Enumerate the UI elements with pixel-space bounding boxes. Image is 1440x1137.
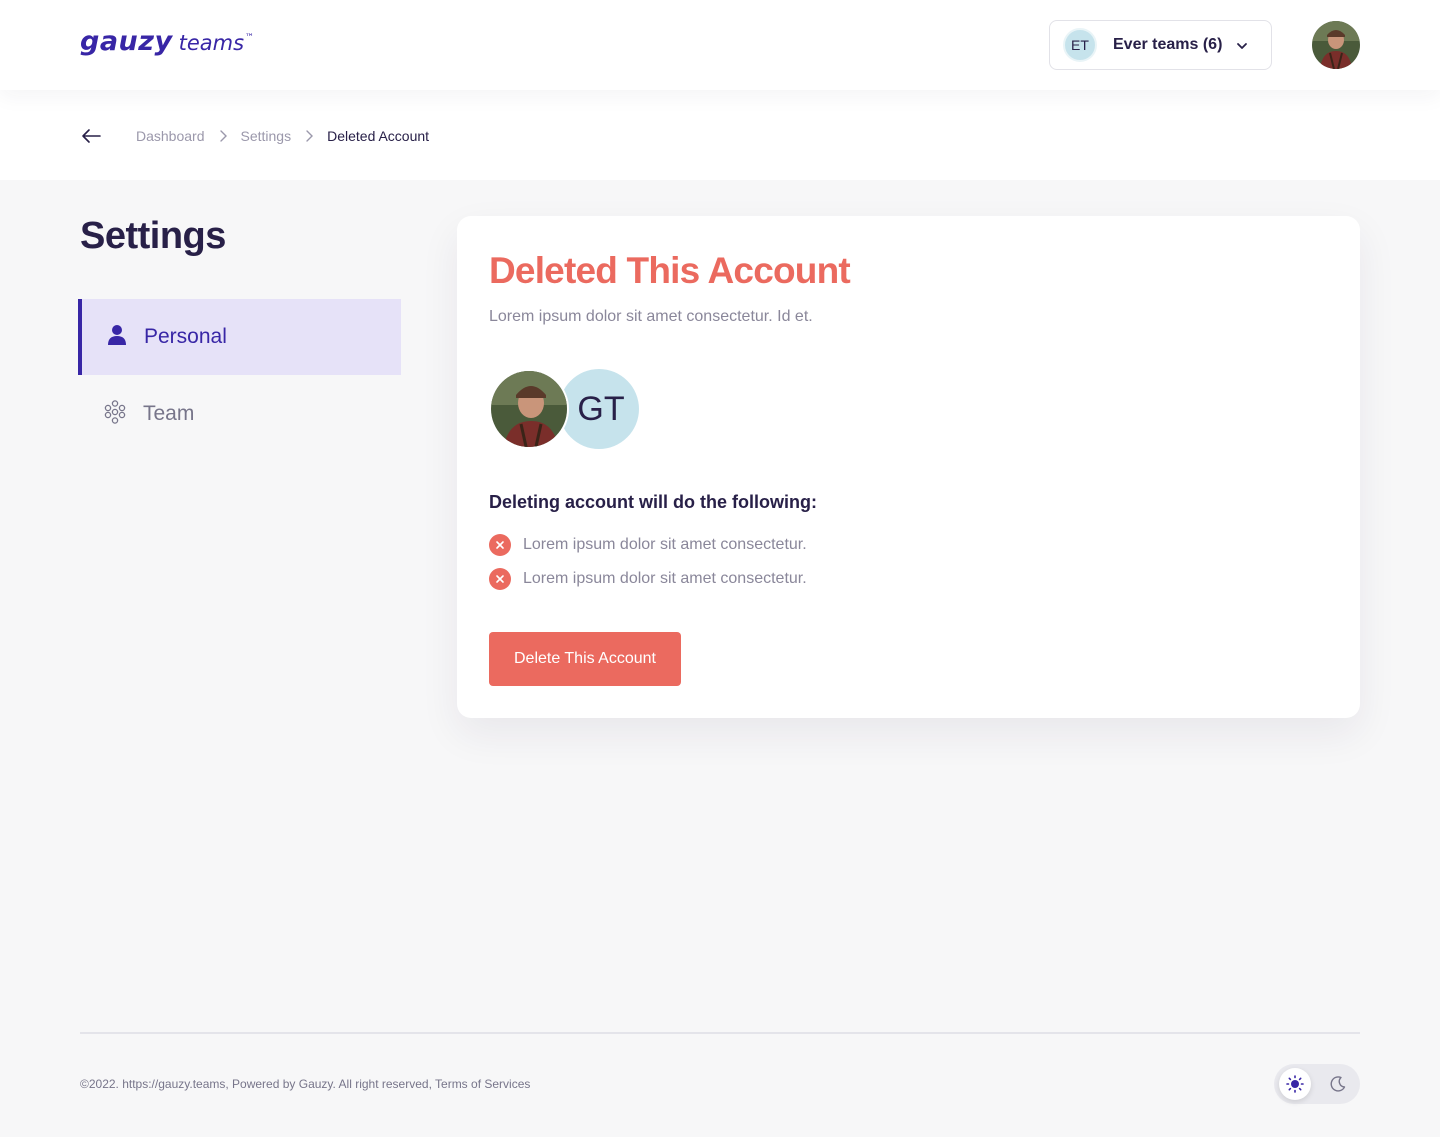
close-circle-icon bbox=[489, 568, 511, 590]
list-item: Lorem ipsum dolor sit amet consectetur. bbox=[489, 568, 807, 590]
team-initials-avatar: GT bbox=[559, 369, 639, 449]
user-icon bbox=[107, 324, 127, 351]
list-item-text: Lorem ipsum dolor sit amet consectetur. bbox=[523, 570, 807, 587]
chevron-right-icon bbox=[305, 130, 314, 142]
chevron-down-icon bbox=[1235, 39, 1249, 58]
delete-account-button[interactable]: Delete This Account bbox=[489, 632, 681, 686]
breadcrumb-settings[interactable]: Settings bbox=[241, 128, 292, 144]
team-avatar: ET bbox=[1063, 28, 1097, 62]
gauzy-teams-logo[interactable]: gauzy teams ™ bbox=[80, 26, 254, 57]
arrow-left-icon[interactable] bbox=[80, 126, 102, 151]
sidebar-item-personal[interactable]: Personal bbox=[78, 299, 401, 375]
sidebar-item-team[interactable]: Team bbox=[78, 376, 401, 452]
footer-divider bbox=[80, 1032, 1360, 1034]
delete-account-card: Deleted This Account Lorem ipsum dolor s… bbox=[457, 216, 1360, 718]
logo-main-text: gauzy bbox=[80, 26, 173, 57]
close-circle-icon bbox=[489, 534, 511, 556]
breadcrumb-current: Deleted Account bbox=[327, 128, 430, 144]
consequences-heading: Deleting account will do the following: bbox=[489, 492, 817, 512]
user-photo-avatar bbox=[489, 369, 569, 449]
breadcrumb-bar: Dashboard Settings Deleted Account bbox=[0, 90, 1440, 180]
logo-trademark: ™ bbox=[245, 33, 255, 43]
sidebar-item-label: Personal bbox=[144, 325, 227, 348]
footer-copyright: ©2022. https://gauzy.teams, Powered by G… bbox=[80, 1077, 531, 1091]
team-selector-dropdown[interactable]: ET Ever teams (6) bbox=[1049, 20, 1272, 70]
breadcrumb: Dashboard Settings Deleted Account bbox=[136, 128, 429, 144]
sun-icon[interactable] bbox=[1279, 1068, 1311, 1100]
team-icon bbox=[104, 399, 126, 429]
page-title: Settings bbox=[80, 215, 226, 257]
user-avatar[interactable] bbox=[1312, 21, 1360, 69]
list-item-text: Lorem ipsum dolor sit amet consectetur. bbox=[523, 536, 807, 553]
list-item: Lorem ipsum dolor sit amet consectetur. bbox=[489, 534, 807, 556]
sidebar-item-label: Team bbox=[143, 402, 195, 425]
top-bar: gauzy teams ™ ET Ever teams (6) bbox=[0, 0, 1440, 90]
chevron-right-icon bbox=[219, 130, 227, 142]
logo-sub-text: teams bbox=[178, 31, 245, 55]
card-subtitle: Lorem ipsum dolor sit amet consectetur. … bbox=[489, 308, 813, 325]
card-title: Deleted This Account bbox=[489, 250, 851, 291]
moon-icon[interactable] bbox=[1322, 1068, 1354, 1100]
breadcrumb-dashboard[interactable]: Dashboard bbox=[136, 128, 205, 144]
team-name: Ever teams (6) bbox=[1113, 36, 1223, 53]
theme-toggle[interactable] bbox=[1274, 1064, 1360, 1104]
